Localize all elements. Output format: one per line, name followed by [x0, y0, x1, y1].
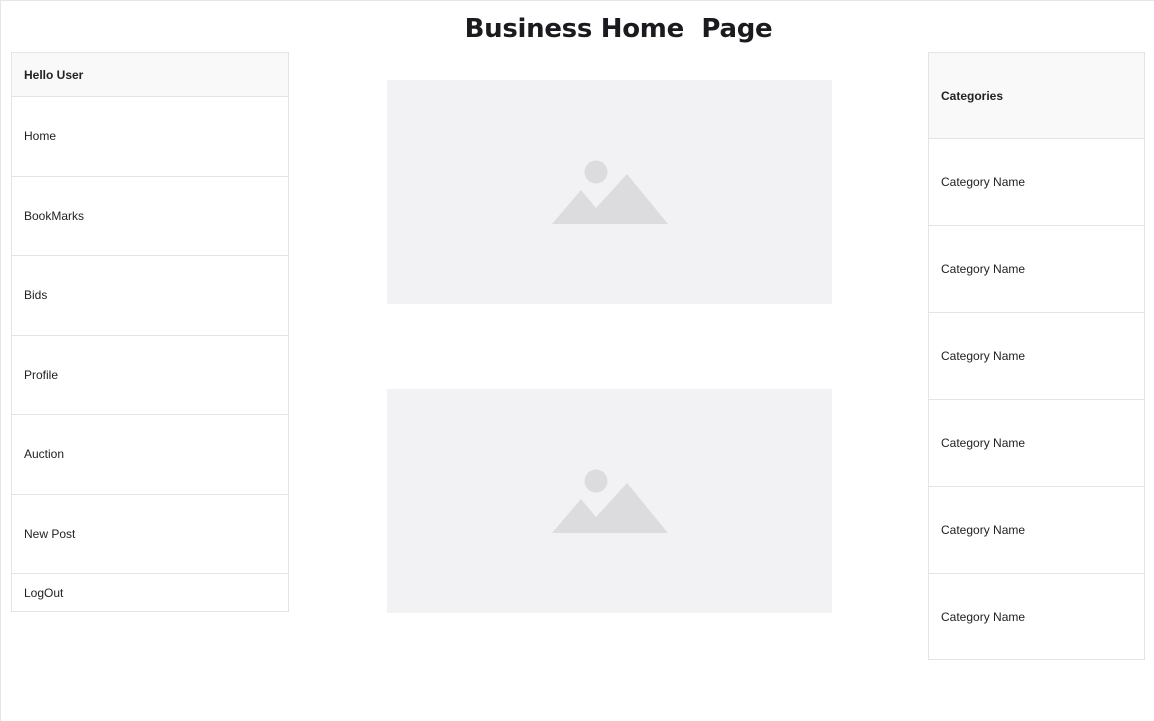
category-item[interactable]: Category Name	[929, 574, 1144, 659]
image-placeholder-icon	[551, 160, 668, 224]
categories-title: Categories	[929, 53, 1144, 139]
sidebar-item-profile[interactable]: Profile	[12, 336, 288, 415]
sidebar-item-bookmarks[interactable]: BookMarks	[12, 177, 288, 256]
image-placeholder	[387, 80, 832, 304]
categories-panel: Categories Category Name Category Name C…	[928, 52, 1145, 660]
sidebar-nav: Hello User Home BookMarks Bids Profile A…	[11, 52, 289, 612]
sidebar-item-new-post[interactable]: New Post	[12, 495, 288, 574]
sidebar-greeting: Hello User	[12, 53, 288, 97]
category-item[interactable]: Category Name	[929, 487, 1144, 574]
sidebar-item-logout[interactable]: LogOut	[12, 574, 288, 611]
category-item[interactable]: Category Name	[929, 400, 1144, 487]
category-item[interactable]: Category Name	[929, 139, 1144, 226]
image-placeholder	[387, 389, 832, 613]
sidebar-item-bids[interactable]: Bids	[12, 256, 288, 336]
sidebar-item-auction[interactable]: Auction	[12, 415, 288, 495]
category-item[interactable]: Category Name	[929, 226, 1144, 313]
sidebar-item-home[interactable]: Home	[12, 97, 288, 177]
page-title: Business Home Page	[464, 14, 773, 44]
image-placeholder-icon	[551, 469, 668, 533]
category-item[interactable]: Category Name	[929, 313, 1144, 400]
